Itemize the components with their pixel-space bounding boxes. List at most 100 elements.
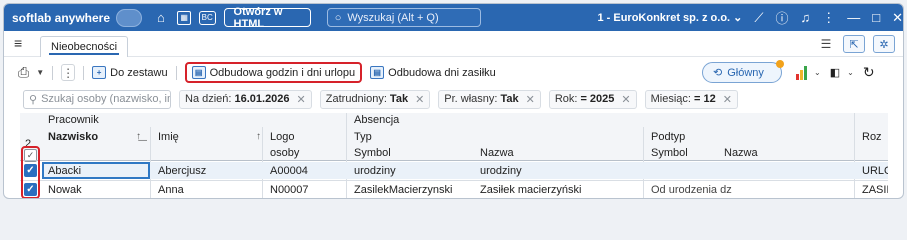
chip-value: Tak (500, 93, 519, 105)
global-search-placeholder: Wyszukaj (Alt + Q) (347, 11, 439, 24)
cell-name[interactable]: urodziny (476, 162, 636, 179)
cell-roz[interactable]: ZASIL (858, 181, 888, 198)
col-header-symbol[interactable]: Symbol (350, 145, 470, 160)
divider (854, 113, 855, 198)
filter-chip-date[interactable]: Na dzień: 16.01.2026 ✕ (179, 89, 312, 109)
close-icon[interactable]: ✕ (297, 93, 306, 106)
company-label: 1 - EuroKonkret sp. z o.o. (597, 12, 731, 24)
refresh-button[interactable]: ↻ (863, 64, 875, 81)
rebuild-hours-button[interactable]: ▤ Odbudowa godzin i dni urlopu (184, 62, 363, 83)
more-vert-icon[interactable]: ⋮ (822, 10, 835, 26)
absence-grid: Pracownik Absencja Nazwisko ↑͟ Imię ↑ Lo… (20, 113, 888, 198)
open-html-button[interactable]: Otwórz w HTML (223, 6, 311, 30)
chevron-down-icon: ⌄ (814, 68, 821, 77)
filter-chip-own-employee[interactable]: Pr. własny: Tak ✕ (438, 89, 541, 109)
col-header-logo[interactable]: Logo (266, 129, 346, 144)
active-cell-frame (42, 162, 150, 179)
cell-roz[interactable]: URLO (858, 162, 888, 179)
chip-value: 16.01.2026 (234, 93, 290, 105)
pin-off-icon[interactable]: ⟋ (754, 10, 763, 26)
close-icon[interactable]: ✕ (723, 93, 732, 106)
person-search-placeholder: Szukaj osoby (nazwisko, imi... (41, 93, 170, 105)
bell-icon[interactable]: ♫ (801, 10, 811, 25)
person-search-input[interactable]: ⚲ Szukaj osoby (nazwisko, imi... (23, 89, 171, 109)
add-to-set-button[interactable]: + Do zestawu (92, 66, 168, 79)
col-header-roz[interactable]: Roz (858, 129, 888, 144)
col-header-type[interactable]: Typ (350, 129, 470, 144)
brand-toggle-icon[interactable] (116, 8, 143, 27)
col-header-subtype[interactable]: Podtyp (647, 129, 747, 144)
columns-icon: ◧ (829, 67, 841, 79)
close-icon[interactable]: ✕ (621, 93, 630, 106)
cell-symbol[interactable]: ZasilekMacierzynski (350, 181, 475, 198)
cell-logo[interactable]: N00007 (266, 181, 346, 198)
status-dot (776, 60, 784, 68)
col-header-name[interactable]: Nazwa (476, 145, 636, 160)
rebuild-allowance-button[interactable]: ▤ Odbudowa dni zasiłku (370, 66, 496, 79)
col-header-subsymbol[interactable]: Symbol (647, 145, 717, 160)
list-view-icon[interactable]: ☰ (817, 35, 835, 53)
chip-value: = 2025 (580, 93, 615, 105)
filter-chip-year[interactable]: Rok: = 2025 ✕ (548, 89, 637, 109)
rebuild-icon: ▤ (191, 66, 206, 79)
rebuild-icon: ▤ (370, 66, 385, 79)
menu-icon[interactable]: ≡ (14, 36, 28, 50)
more-actions-icon[interactable]: ⋮ (61, 64, 76, 81)
print-icon: ⎙ (18, 64, 30, 80)
help-icon[interactable]: ⓘ (775, 8, 788, 27)
toolbar-right: ⌄ ◧ ⌄ ↻ (796, 64, 875, 81)
col-header-surname[interactable]: Nazwisko (44, 129, 124, 144)
cell-first-name[interactable]: Abercjusz (154, 162, 254, 179)
export-icon[interactable]: ⇱ (843, 35, 865, 53)
sort-asc-icon[interactable]: ↑͟ (132, 129, 152, 144)
minimize-icon[interactable]: — (847, 10, 860, 25)
global-search-input[interactable]: ○ Wyszukaj (Alt + Q) (326, 8, 482, 27)
filter-chip-employed[interactable]: Zatrudniony: Tak ✕ (319, 89, 431, 109)
cell-first-name[interactable]: Anna (154, 181, 254, 198)
filter-chip-month[interactable]: Miesiąc: = 12 ✕ (644, 89, 738, 109)
chip-label: Zatrudniony: (325, 93, 387, 105)
add-to-set-icon: + (92, 66, 107, 79)
close-icon[interactable]: ✕ (892, 10, 903, 26)
home-icon[interactable]: ⌂ (154, 10, 167, 25)
divider (346, 113, 347, 198)
main-view-button[interactable]: ⟲ Główny (702, 60, 784, 83)
main-view-label: Główny (727, 66, 764, 79)
refresh-icon: ↻ (862, 64, 875, 80)
maximize-icon[interactable]: □ (872, 10, 880, 25)
cell-symbol[interactable]: urodziny (350, 162, 470, 179)
close-icon[interactable]: ✕ (415, 93, 424, 106)
col-header-first-name[interactable]: Imię (154, 129, 244, 144)
desktop-icon[interactable]: ▦ (177, 10, 191, 25)
group-header-employee: Pracownik (48, 114, 99, 126)
cell-name[interactable]: Zasiłek macierzyński (476, 181, 636, 198)
title-bar-actions: ⟋ ⓘ ♫ ⋮ — □ ✕ (754, 8, 903, 27)
search-icon: ⚲ (29, 93, 38, 106)
cell-subtype[interactable]: Od urodzenia dz (647, 181, 733, 198)
columns-button[interactable]: ◧ ⌄ (830, 66, 854, 79)
rebuild-allowance-label: Odbudowa dni zasiłku (388, 66, 496, 79)
divider (175, 65, 177, 80)
cell-surname[interactable]: Nowak (44, 181, 144, 198)
bc-icon[interactable]: BC (198, 10, 216, 25)
filter-row: ⚲ Szukaj osoby (nazwisko, imi... Na dzie… (4, 88, 903, 110)
chip-label: Pr. własny: (444, 93, 498, 105)
cell-subtype[interactable] (647, 162, 737, 179)
tab-nieobecnosci[interactable]: Nieobecności (40, 36, 129, 57)
tab-row: ≡ Nieobecności ☰ ⇱ ✲ (4, 31, 903, 57)
print-button[interactable]: ⎙ ▼ (18, 64, 44, 81)
chip-label: Na dzień: (185, 93, 232, 105)
col-header-subname[interactable]: Nazwa (720, 145, 820, 160)
chevron-down-icon: ▼ (36, 68, 45, 77)
cell-logo[interactable]: A00004 (266, 162, 346, 179)
chip-label: Rok: (554, 93, 578, 105)
chevron-down-icon: ⌄ (733, 12, 743, 24)
group-header-absence: Absencja (354, 114, 400, 126)
settings-icon[interactable]: ✲ (873, 35, 895, 53)
add-to-set-label: Do zestawu (110, 66, 168, 79)
company-selector[interactable]: 1 - EuroKonkret sp. z o.o. ⌄ (597, 11, 742, 24)
col-header-logo-osoby: osoby (270, 146, 300, 159)
bar-chart-icon (796, 65, 807, 80)
chart-button[interactable]: ⌄ (796, 65, 821, 80)
close-icon[interactable]: ✕ (526, 93, 535, 106)
